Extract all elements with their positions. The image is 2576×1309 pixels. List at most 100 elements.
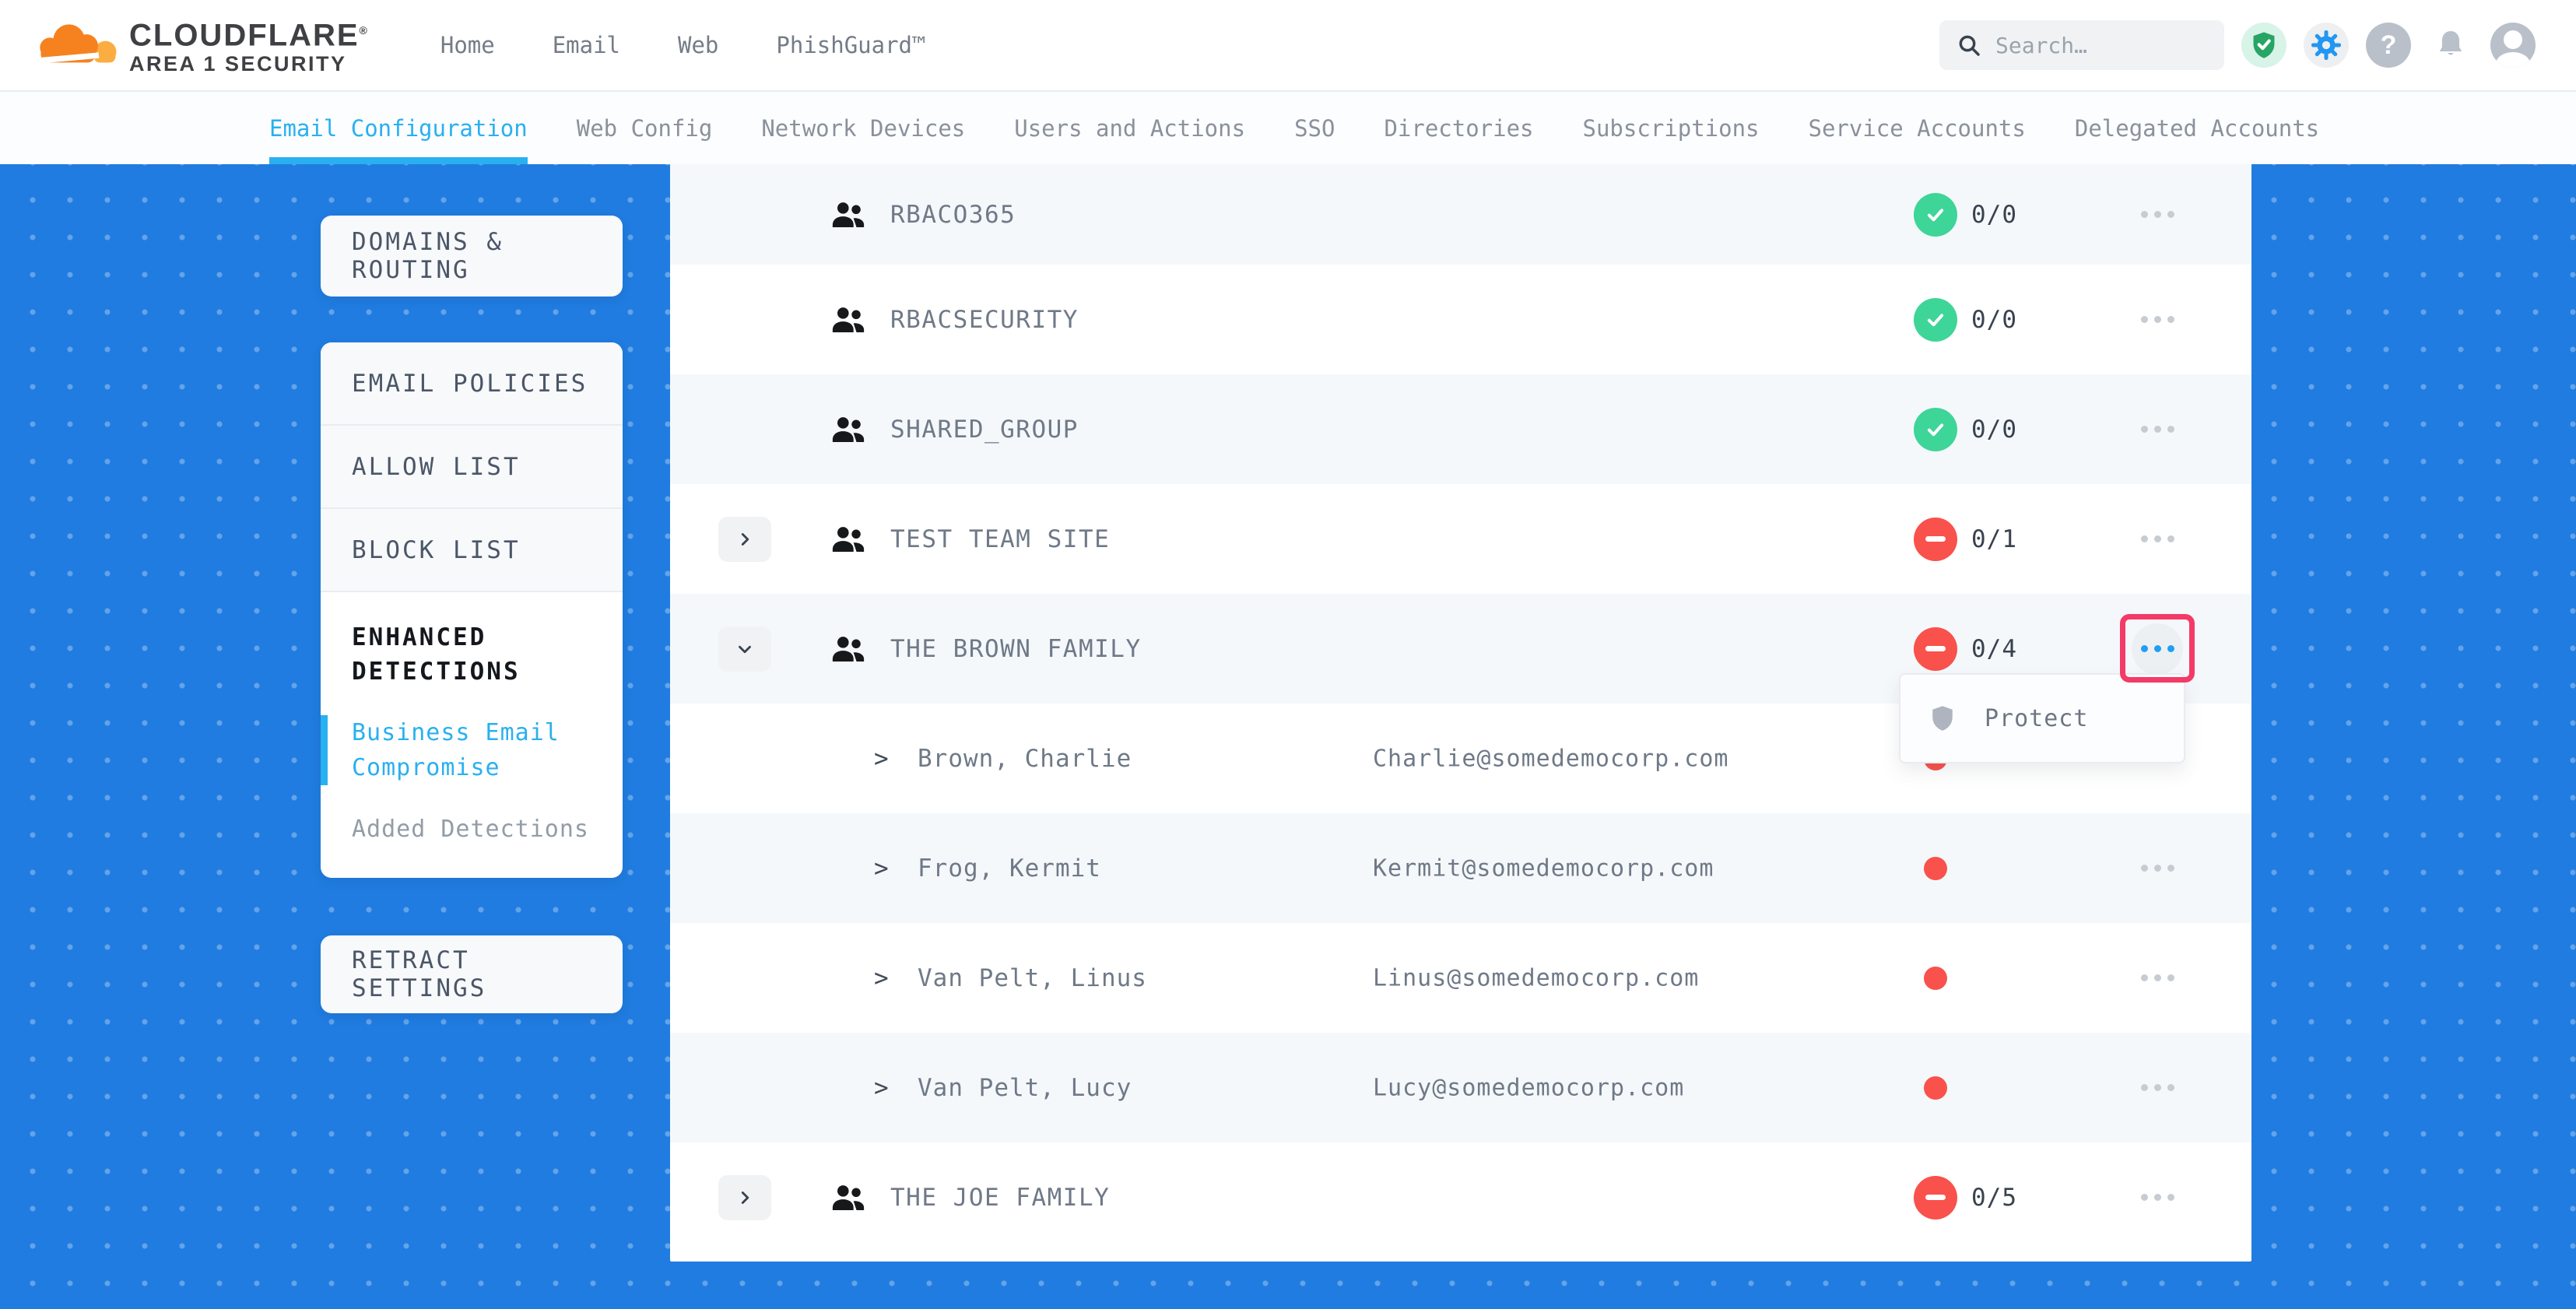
ellipsis-menu-button[interactable]: [2132, 843, 2183, 894]
tab-service-accounts[interactable]: Service Accounts: [1809, 92, 2026, 164]
group-name: RBACSECURITY: [890, 306, 1079, 334]
group-name: SHARED_GROUP: [890, 416, 1079, 444]
member-row-van-pelt-lucy: >Van Pelt, LucyLucy@somedemocorp.com: [670, 1033, 2251, 1142]
group-icon: [830, 304, 866, 335]
config-subnav: Email Configuration Web Config Network Dev…: [0, 92, 2576, 164]
tab-network-devices[interactable]: Network Devices: [761, 92, 965, 164]
tab-delegated-accounts[interactable]: Delegated Accounts: [2075, 92, 2319, 164]
group-icon: [830, 414, 866, 445]
protection-status-button[interactable]: [2241, 23, 2286, 68]
tab-sso[interactable]: SSO: [1294, 92, 1335, 164]
ellipsis-menu-button[interactable]: [2132, 404, 2183, 455]
chevron-down-icon: [735, 639, 755, 659]
sidebar-item-email-policies[interactable]: EMAIL POLICIES: [321, 342, 623, 426]
help-button[interactable]: ?: [2366, 23, 2411, 68]
tab-email-configuration[interactable]: Email Configuration: [269, 92, 528, 164]
nav-item-home[interactable]: Home: [440, 32, 495, 58]
nav-item-email[interactable]: Email: [553, 32, 620, 58]
sidebar-item-business-email-compromise[interactable]: Business Email Compromise: [321, 715, 591, 785]
member-name: Brown, Charlie: [918, 745, 1132, 773]
group-row-rbacsecurity: RBACSECURITY 0/0: [670, 265, 2251, 374]
sidebar-item-domains-routing[interactable]: DOMAINS & ROUTING: [352, 228, 591, 284]
ellipsis-menu-button[interactable]: [2132, 189, 2183, 240]
status-badge-allowed: [1914, 298, 1957, 342]
member-email: Kermit@somedemocorp.com: [1373, 855, 1714, 882]
tab-subscriptions[interactable]: Subscriptions: [1583, 92, 1760, 164]
protected-count: 0/0: [1971, 306, 2017, 334]
minus-icon: [1925, 646, 1946, 651]
member-row-frog-kermit: > Frog, Kermit Kermit@somedemocorp.com: [670, 813, 2251, 923]
status-badge-allowed: [1914, 193, 1957, 237]
sidebar-item-allow-list[interactable]: ALLOW LIST: [321, 426, 623, 509]
member-caret-icon[interactable]: >: [874, 745, 889, 773]
search-box[interactable]: [1939, 20, 2224, 70]
sidebar: DOMAINS & ROUTING EMAIL POLICIES ALLOW L…: [321, 216, 623, 1013]
sidebar-item-enhanced-detections[interactable]: ENHANCED DETECTIONS: [352, 620, 591, 689]
product-name: AREA 1 SECURITY: [129, 51, 369, 76]
question-icon: ?: [2381, 30, 2397, 61]
group-row-test-team-site: TEST TEAM SITE0/1: [670, 484, 2251, 594]
status-badge-allowed: [1914, 408, 1957, 451]
sidebar-card-domains: DOMAINS & ROUTING: [321, 216, 623, 297]
collapse-group-button[interactable]: [718, 626, 771, 672]
group-row-the-brown-family: THE BROWN FAMILY0/4Protect: [670, 594, 2251, 704]
shield-icon: [1928, 703, 1957, 734]
status-dot-blocked: [1924, 857, 1947, 880]
context-menu-item-protect[interactable]: Protect: [1985, 705, 2088, 732]
check-icon: [1924, 203, 1947, 226]
nav-item-phishguard[interactable]: PhishGuard™: [776, 32, 925, 58]
member-name: Van Pelt, Linus: [918, 964, 1147, 992]
ellipsis-menu-button[interactable]: [2132, 1062, 2183, 1114]
tab-web-config[interactable]: Web Config: [577, 92, 713, 164]
member-name: Van Pelt, Lucy: [918, 1074, 1132, 1102]
group-icon: [830, 524, 866, 555]
notifications-button[interactable]: [2428, 23, 2473, 68]
context-menu: Protect: [1899, 673, 2185, 763]
ellipsis-menu-button[interactable]: [2132, 294, 2183, 346]
protected-count: 0/0: [1971, 201, 2017, 229]
member-email: Charlie@somedemocorp.com: [1373, 745, 1728, 772]
cloudflare-logo[interactable]: CLOUDFLARE® AREA 1 SECURITY: [36, 14, 369, 76]
search-icon: [1957, 33, 1981, 58]
sidebar-item-added-detections[interactable]: Added Detections: [352, 812, 591, 847]
protected-count: 0/5: [1971, 1184, 2017, 1212]
group-icon: [830, 199, 866, 230]
nav-item-web[interactable]: Web: [678, 32, 718, 58]
group-row-the-joe-family: THE JOE FAMILY0/5: [670, 1142, 2251, 1252]
expand-group-button[interactable]: [718, 517, 771, 562]
member-name: Frog, Kermit: [918, 855, 1101, 883]
ellipsis-menu-button[interactable]: [2132, 1172, 2183, 1223]
chevron-right-icon: [735, 1188, 755, 1208]
check-icon: [1924, 308, 1947, 332]
top-nav: Home Email Web PhishGuard™: [440, 32, 926, 58]
status-badge-blocked: [1914, 1176, 1957, 1220]
header-right: ?: [1939, 20, 2536, 70]
ellipsis-menu-button[interactable]: [2132, 514, 2183, 565]
member-caret-icon[interactable]: >: [874, 1074, 889, 1102]
chevron-right-icon: [735, 529, 755, 549]
sidebar-card-retract: RETRACT SETTINGS: [321, 935, 623, 1013]
minus-icon: [1925, 536, 1946, 542]
sidebar-item-retract-settings[interactable]: RETRACT SETTINGS: [352, 946, 591, 1002]
tab-directories[interactable]: Directories: [1384, 92, 1533, 164]
avatar-icon: [2504, 30, 2522, 49]
account-button[interactable]: [2490, 23, 2536, 68]
settings-button[interactable]: [2304, 23, 2349, 68]
member-caret-icon[interactable]: >: [874, 855, 889, 883]
sidebar-item-block-list[interactable]: BLOCK LIST: [321, 509, 623, 592]
protected-count: 0/0: [1971, 416, 2017, 444]
member-row-van-pelt-linus: >Van Pelt, LinusLinus@somedemocorp.com: [670, 923, 2251, 1033]
status-badge-blocked: [1914, 518, 1957, 561]
ellipsis-menu-button[interactable]: [2132, 953, 2183, 1004]
search-input[interactable]: [1995, 33, 2198, 58]
tab-users-and-actions[interactable]: Users and Actions: [1014, 92, 1245, 164]
shield-check-icon: [2249, 30, 2279, 61]
member-caret-icon[interactable]: >: [874, 964, 889, 992]
directory-table: RBACO3650/0 RBACSECURITY 0/0 SHARED_GROUP 0/…: [670, 164, 2251, 1262]
check-icon: [1924, 418, 1947, 441]
group-row-shared-group: SHARED_GROUP 0/0: [670, 374, 2251, 484]
expand-group-button[interactable]: [718, 1175, 771, 1220]
status-badge-blocked: [1914, 627, 1957, 671]
ellipsis-menu-button[interactable]: [2132, 623, 2183, 675]
group-row-rbaco365: RBACO3650/0: [670, 164, 2251, 265]
